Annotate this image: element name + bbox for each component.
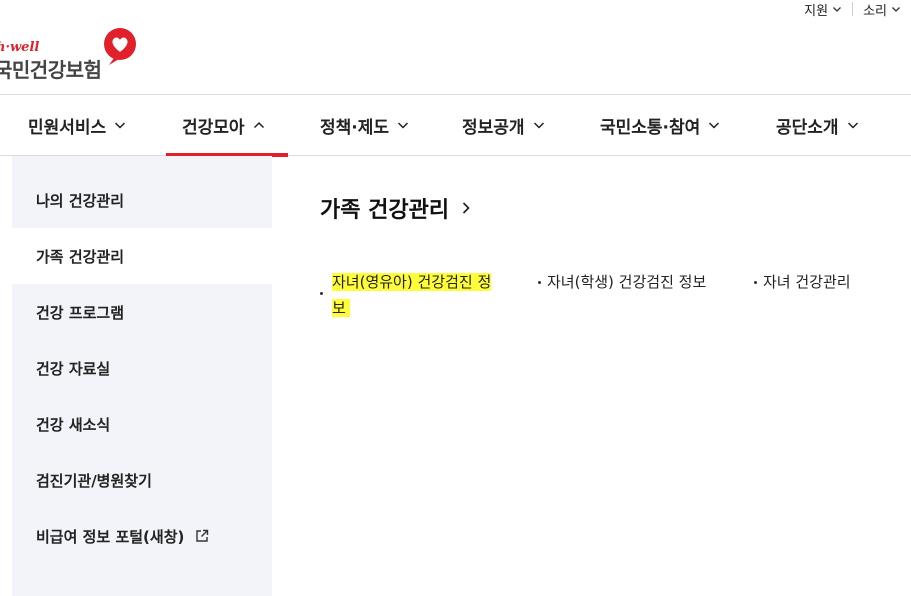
logo-korean: 국민건강보험 [0, 58, 102, 82]
side-item-label: 건강 자료실 [36, 359, 111, 378]
gnb-item-disclosure[interactable]: 정보공개 [462, 95, 545, 155]
gnb-item-about[interactable]: 공단소개 [776, 95, 859, 155]
side-item-label: 가족 건강관리 [36, 247, 125, 266]
util-sound-label: 소리 [863, 3, 887, 19]
site-logo[interactable]: h·well 국민건강보험 [0, 26, 150, 86]
chevron-down-icon [892, 7, 900, 12]
side-item-health-library[interactable]: 건강 자료실 [12, 340, 272, 396]
side-item-label: 검진기관/병원찾기 [36, 471, 152, 490]
gnb-item-civil-service[interactable]: 민원서비스 [28, 95, 126, 155]
gnb-item-policy[interactable]: 정책·제도 [320, 95, 409, 155]
bullet-icon [754, 281, 757, 284]
side-item-find-hospital[interactable]: 검진기관/병원찾기 [12, 452, 272, 508]
main-navigation: 민원서비스 건강모아 정책·제도 정보공개 국민소통·참여 공단소개 [0, 94, 911, 157]
gnb-item-health-moa[interactable]: 건강모아 [182, 95, 265, 155]
side-item-label: 건강 프로그램 [36, 303, 125, 322]
link-child-health[interactable]: 자녀 건강관리 [754, 269, 851, 295]
side-item-my-health[interactable]: 나의 건강관리 [12, 172, 272, 228]
link-student-checkup[interactable]: 자녀(학생) 건강검진 정보 [538, 269, 706, 295]
gnb-item-label: 국민소통·참여 [600, 117, 701, 138]
link-student-checkup-label: 자녀(학생) 건강검진 정보 [547, 273, 707, 291]
link-infant-checkup[interactable]: 자녀(영유아) 건강검진 정 보 [320, 269, 500, 321]
page-title[interactable]: 가족 건강관리 [320, 192, 473, 224]
utility-bar: 지원 소리 [794, 0, 911, 19]
chevron-down-icon [398, 122, 409, 129]
util-support-label: 지원 [804, 3, 829, 19]
chevron-down-icon [533, 122, 544, 129]
gnb-item-label: 공단소개 [776, 117, 839, 138]
side-item-family-health[interactable]: 가족 건강관리 [12, 228, 272, 284]
gnb-item-participation[interactable]: 국민소통·참여 [600, 95, 720, 155]
link-infant-checkup-line2: 보 [332, 299, 350, 317]
chevron-up-icon [253, 121, 264, 129]
gnb-item-label: 정보공개 [462, 117, 525, 138]
side-item-health-news[interactable]: 건강 새소식 [12, 396, 272, 452]
side-menu: 나의 건강관리 가족 건강관리 건강 프로그램 건강 자료실 건강 새소식 검진… [12, 156, 272, 596]
bullet-icon [538, 281, 541, 284]
chevron-down-icon [709, 122, 720, 129]
side-item-non-covered-portal[interactable]: 비급여 정보 포털(새창) [12, 508, 272, 564]
logo-english: h·well [0, 40, 40, 55]
bullet-icon [320, 292, 323, 295]
util-sound[interactable]: 소리 [853, 0, 911, 19]
heart-logo-icon [104, 28, 136, 65]
chevron-right-icon [463, 202, 470, 214]
link-infant-checkup-line1: 자녀(영유아) 건강검진 정 [332, 273, 492, 291]
side-item-health-program[interactable]: 건강 프로그램 [12, 284, 272, 340]
side-item-label: 건강 새소식 [36, 415, 111, 434]
external-link-icon [196, 529, 209, 542]
side-item-label: 비급여 정보 포털(새창) [36, 527, 185, 546]
link-child-health-label: 자녀 건강관리 [763, 273, 851, 291]
page-title-text: 가족 건강관리 [320, 198, 450, 223]
gnb-item-label: 민원서비스 [28, 117, 107, 138]
chevron-down-icon [847, 122, 858, 129]
chevron-down-icon [833, 7, 842, 12]
util-support[interactable]: 지원 [794, 0, 852, 19]
gnb-item-label: 정책·제도 [320, 117, 390, 138]
side-item-label: 나의 건강관리 [36, 191, 125, 210]
gnb-item-label: 건강모아 [182, 117, 245, 138]
chevron-down-icon [115, 122, 126, 129]
